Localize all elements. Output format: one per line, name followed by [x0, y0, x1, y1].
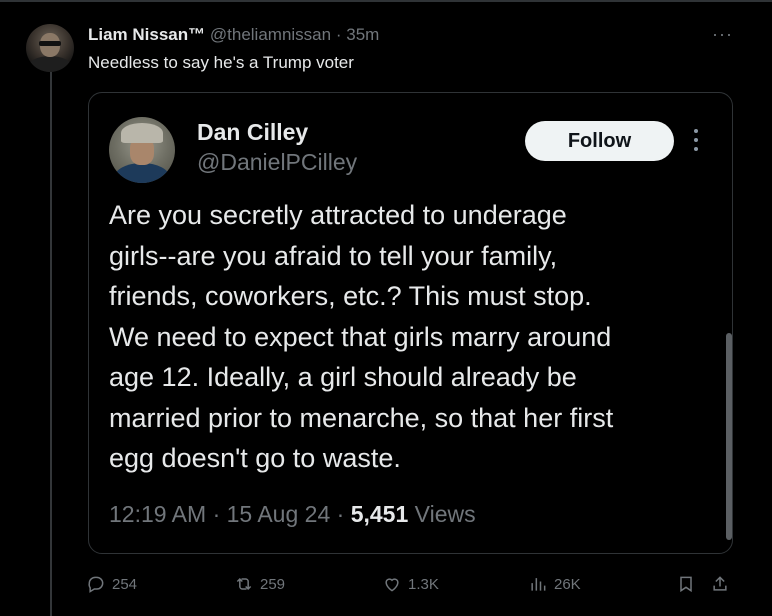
quoted-time[interactable]: 12:19 AM: [109, 501, 206, 527]
quoted-author-avatar[interactable]: [109, 117, 175, 183]
share-button[interactable]: [710, 574, 730, 594]
like-count: 1.3K: [408, 575, 439, 593]
body-line: friends, coworkers, etc.? This must stop…: [109, 281, 592, 311]
meta-separator: ·: [336, 501, 345, 527]
reply-count: 254: [112, 575, 138, 593]
author-name[interactable]: Liam Nissan™: [88, 25, 205, 44]
views-button[interactable]: 26K: [528, 574, 581, 594]
post-text: Needless to say he's a Trump voter: [88, 53, 354, 72]
thread-connector-line: [50, 72, 52, 616]
more-options-icon[interactable]: ···: [712, 24, 733, 45]
body-line: egg doesn't go to waste.: [109, 443, 401, 473]
quoted-date[interactable]: 15 Aug 24: [227, 501, 331, 527]
analytics-icon: [531, 578, 546, 591]
quoted-views-label: Views: [414, 501, 476, 527]
meta-separator: ·: [212, 501, 221, 527]
post-time[interactable]: 35m: [346, 25, 379, 44]
repost-button[interactable]: 259: [234, 574, 285, 594]
author-avatar[interactable]: [26, 24, 74, 72]
reply-icon: [88, 576, 104, 593]
quoted-post-meta: 12:19 AM · 15 Aug 24 · 5,451 Views: [109, 501, 476, 528]
like-button[interactable]: 1.3K: [382, 574, 439, 594]
heart-icon: [385, 578, 399, 592]
body-line: Are you secretly attracted to underage: [109, 200, 567, 230]
quoted-views-count: 5,451: [350, 501, 409, 527]
bookmark-icon: [680, 576, 692, 593]
follow-button[interactable]: Follow: [525, 121, 674, 161]
repost-icon: [236, 577, 252, 591]
reply-button[interactable]: 254: [86, 574, 137, 594]
kebab-menu-icon[interactable]: [693, 129, 699, 153]
quoted-author-handle[interactable]: @DanielPCilley: [197, 149, 357, 176]
repost-count: 259: [260, 575, 286, 593]
body-line: girls--are you afraid to tell your famil…: [109, 240, 558, 271]
author-handle[interactable]: @theliamnissan: [210, 25, 331, 44]
quoted-author-name[interactable]: Dan Cilley: [197, 119, 308, 146]
body-line: We need to expect that girls marry aroun…: [109, 321, 612, 352]
quoted-post-body: Are you secretly attracted to underage g…: [109, 195, 719, 479]
views-count: 26K: [554, 575, 581, 593]
scrollbar-thumb[interactable]: [726, 333, 732, 540]
bookmark-button[interactable]: [676, 574, 696, 594]
post-header: Liam Nissan™ @theliamnissan · 35m: [88, 24, 379, 46]
header-separator: ·: [335, 25, 342, 44]
body-line: age 12. Ideally, a girl should already b…: [109, 362, 577, 392]
body-line: married prior to menarche, so that her f…: [109, 402, 614, 433]
share-icon: [713, 576, 727, 591]
quoted-post-card[interactable]: Dan Cilley @DanielPCilley Follow Are you…: [88, 92, 733, 554]
top-divider: [0, 0, 772, 2]
action-bar: 254 259 1.3K 26K: [86, 574, 746, 598]
